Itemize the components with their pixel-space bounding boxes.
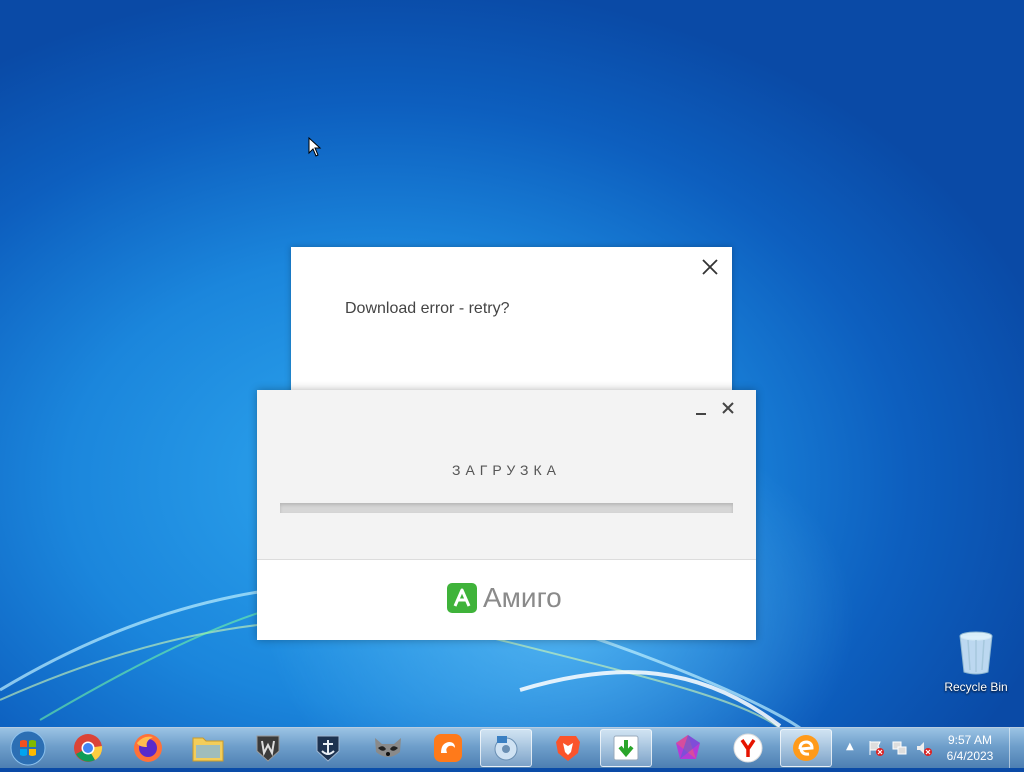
taskbar: ▲ 9:57 AM 6/4/2023 [0, 727, 1024, 768]
action-center-flag-icon[interactable] [867, 739, 885, 757]
taskbar-brave[interactable] [542, 729, 594, 767]
taskbar-clock[interactable]: 9:57 AM 6/4/2023 [940, 732, 1000, 764]
taskbar-chrome[interactable] [62, 729, 114, 767]
taskbar-crystal[interactable] [662, 729, 714, 767]
folder-icon [192, 737, 224, 762]
brave-icon [556, 736, 580, 761]
clock-date: 6/4/2023 [946, 749, 994, 763]
error-dialog: Download error - retry? [291, 247, 732, 397]
taskbar-raccoon[interactable] [362, 729, 414, 767]
installer-footer: Амиго [257, 559, 756, 640]
download-icon [613, 735, 639, 761]
close-icon[interactable] [700, 257, 720, 277]
amigo-icon [793, 735, 819, 761]
minimize-icon[interactable] [694, 402, 708, 416]
windows-logo-icon [10, 730, 46, 766]
firefox-icon [134, 734, 162, 762]
progress-bar [280, 503, 733, 513]
clock-time: 9:57 AM [947, 733, 993, 747]
taskbar-firefox[interactable] [122, 729, 174, 767]
yandex-icon [733, 733, 763, 763]
taskbar-amigo[interactable] [780, 729, 832, 767]
taskbar-world-of-warships[interactable] [302, 729, 354, 767]
volume-muted-icon[interactable] [915, 739, 933, 757]
taskbar-uc-browser[interactable] [422, 729, 474, 767]
taskbar-media-center[interactable] [480, 729, 532, 767]
start-button[interactable] [2, 728, 54, 768]
desktop-icon-recycle-bin[interactable]: Recycle Bin [940, 630, 1012, 694]
media-icon [494, 736, 518, 761]
show-desktop-button[interactable] [1009, 728, 1024, 768]
amigo-installer-window: ЗАГРУЗКА Амиго [257, 390, 756, 640]
taskbar-world-of-tanks[interactable] [242, 729, 294, 767]
close-icon[interactable] [720, 400, 736, 416]
taskbar-yandex[interactable] [722, 729, 774, 767]
error-message: Download error - retry? [345, 300, 510, 317]
crystal-icon [676, 735, 700, 759]
raccoon-icon [375, 738, 401, 757]
warships-icon [316, 735, 340, 762]
uc-browser-icon [434, 734, 462, 762]
desktop-icon-label: Recycle Bin [944, 680, 1008, 694]
amigo-logo: Амиго [447, 582, 562, 614]
loading-label: ЗАГРУЗКА [452, 462, 561, 478]
taskbar-explorer[interactable] [182, 729, 234, 767]
show-hidden-icons-arrow-icon[interactable]: ▲ [846, 741, 854, 752]
brand-name: Амиго [483, 582, 562, 613]
mouse-cursor-icon [308, 137, 322, 157]
network-icon[interactable] [891, 739, 909, 757]
taskbar-download-master[interactable] [600, 729, 652, 767]
amigo-icon [447, 583, 477, 613]
tanks-icon [256, 735, 280, 762]
recycle-bin-icon [959, 631, 993, 675]
chrome-icon [74, 734, 103, 762]
